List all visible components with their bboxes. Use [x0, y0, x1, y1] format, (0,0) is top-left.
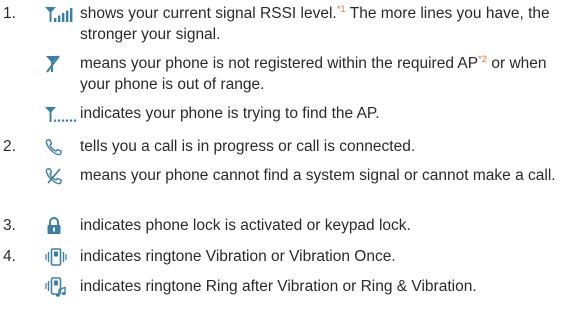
searching-signal-icon — [45, 103, 79, 125]
item-number: 2. — [3, 138, 16, 155]
phone-handset-icon — [45, 136, 79, 158]
item-description: shows your current signal RSSI level.*1 … — [80, 3, 550, 43]
footnote-marker: *2 — [478, 53, 488, 65]
no-service-antenna-icon — [45, 53, 79, 75]
ring-after-vibration-icon — [45, 276, 79, 298]
item-description: indicates ringtone Vibration or Vibratio… — [80, 248, 396, 265]
footnote-marker: *1 — [336, 3, 346, 15]
item-number: 3. — [3, 217, 16, 234]
phone-crossed-icon — [45, 165, 79, 187]
item-number: 1. — [3, 5, 16, 22]
item-number: 4. — [3, 248, 16, 265]
item-description: indicates your phone is trying to find t… — [80, 105, 380, 122]
vibration-icon — [45, 246, 79, 268]
item-description: means your phone cannot find a system si… — [80, 167, 556, 184]
item-description: tells you a call is in progress or call … — [80, 138, 416, 155]
signal-strength-icon — [45, 3, 79, 25]
item-description: indicates phone lock is activated or key… — [80, 217, 411, 234]
padlock-icon — [45, 215, 79, 237]
item-description: means your phone is not registered withi… — [80, 53, 547, 93]
item-description: indicates ringtone Ring after Vibration … — [80, 278, 477, 295]
manual-icon-list: 1. shows your current signal RSSI level.… — [0, 0, 576, 320]
